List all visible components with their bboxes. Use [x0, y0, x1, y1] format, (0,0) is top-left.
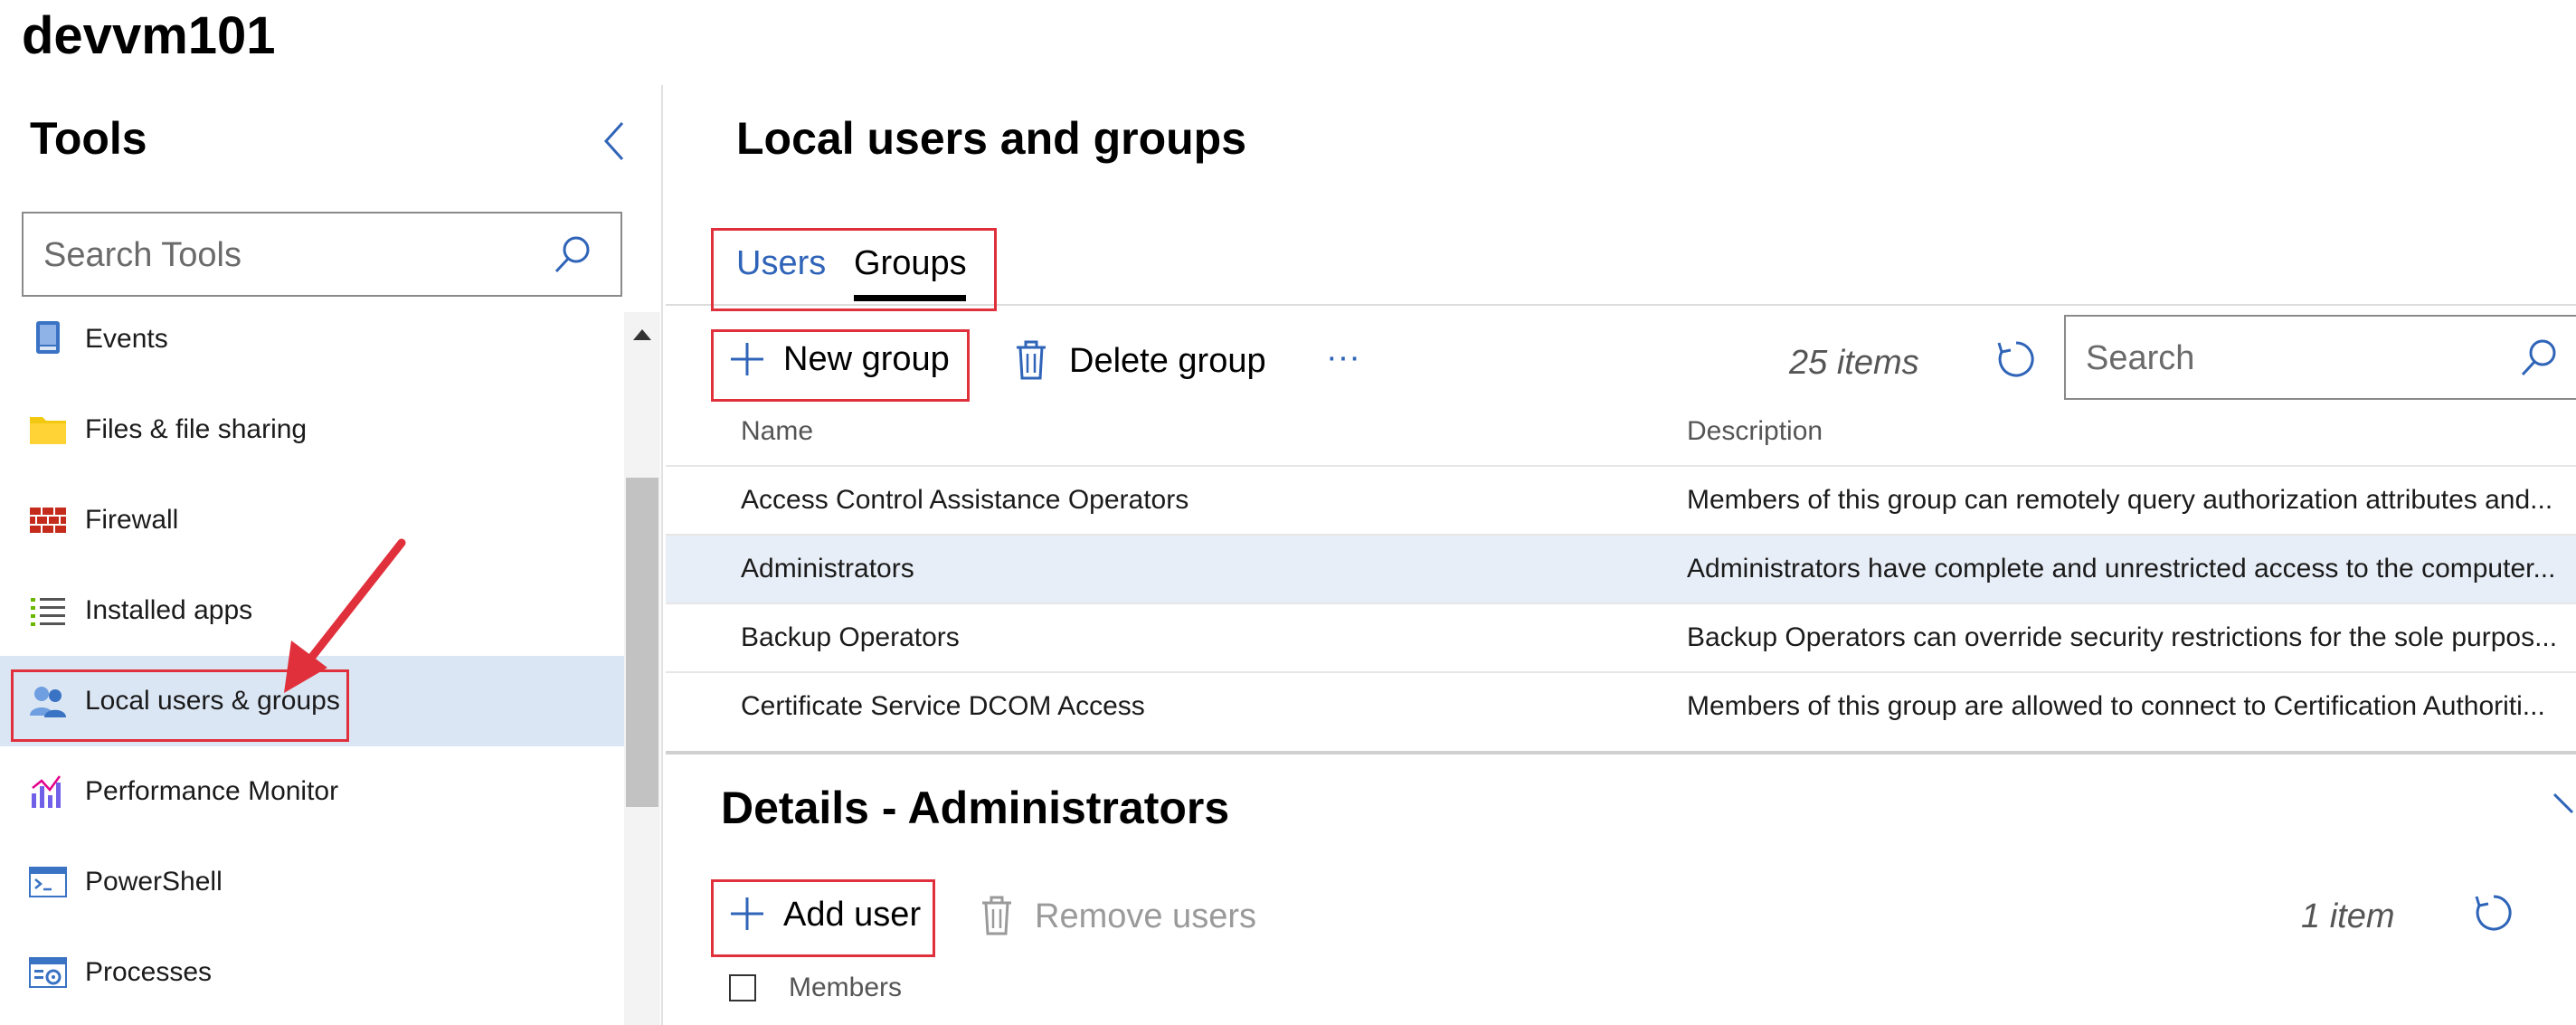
section-divider — [666, 751, 2576, 755]
sidebar-item-label: PowerShell — [85, 867, 223, 897]
expand-details-icon[interactable] — [2552, 785, 2576, 821]
trash-icon — [980, 896, 1013, 935]
row-description: Members of this group can remotely query… — [1687, 485, 2553, 515]
sidebar-item-powershell[interactable]: PowerShell — [0, 837, 624, 927]
chevron-left-icon — [603, 121, 624, 161]
row-name: Backup Operators — [741, 622, 960, 652]
annotation-arrow-icon — [271, 534, 416, 697]
row-description: Administrators have complete and unrestr… — [1687, 554, 2556, 584]
item-count: 25 items — [1789, 344, 1919, 382]
refresh-icon[interactable] — [1995, 338, 2037, 380]
page-title: Local users and groups — [736, 113, 1247, 164]
table-row[interactable]: Access Control Assistance Operators Memb… — [666, 465, 2576, 534]
members-column-header[interactable]: Members — [789, 973, 902, 1003]
column-header-description[interactable]: Description — [1687, 416, 1823, 447]
row-name: Administrators — [741, 554, 914, 584]
details-item-count: 1 item — [2301, 897, 2395, 935]
chart-icon — [29, 773, 67, 810]
sidebar-scrollbar-thumb[interactable] — [626, 478, 658, 807]
row-name: Certificate Service DCOM Access — [741, 691, 1145, 721]
grid-search-input[interactable] — [2084, 317, 2486, 400]
firewall-icon — [29, 502, 67, 538]
server-name: devvm101 — [22, 6, 276, 65]
column-header-name[interactable]: Name — [741, 416, 813, 447]
sidebar-divider — [661, 85, 663, 1025]
sidebar-item-performance-monitor[interactable]: Performance Monitor — [0, 746, 624, 837]
refresh-icon[interactable] — [2473, 892, 2514, 934]
highlight-box — [711, 228, 997, 311]
powershell-icon — [29, 864, 67, 900]
remove-users-button: Remove users — [1035, 897, 1256, 935]
tools-search-input[interactable] — [42, 214, 552, 297]
sidebar-item-label: Installed apps — [85, 595, 253, 625]
row-description: Backup Operators can override security r… — [1687, 622, 2558, 652]
sidebar-item-label: Firewall — [85, 505, 179, 535]
tools-search-box — [22, 212, 622, 297]
sidebar-item-label: Events — [85, 324, 168, 354]
search-icon[interactable] — [2518, 337, 2560, 378]
highlight-box — [711, 879, 935, 957]
sidebar-item-processes[interactable]: Processes — [0, 927, 624, 1018]
sidebar-item-label: Files & file sharing — [85, 414, 308, 444]
highlight-box — [711, 329, 970, 402]
sidebar-item-events[interactable]: Events — [0, 294, 624, 384]
search-icon[interactable] — [552, 233, 593, 275]
events-icon — [29, 321, 67, 357]
folder-icon — [29, 412, 67, 448]
trash-icon — [1015, 340, 1047, 380]
table-row[interactable]: Administrators Administrators have compl… — [666, 534, 2576, 603]
collapse-sidebar-button[interactable] — [592, 116, 638, 166]
row-name: Access Control Assistance Operators — [741, 485, 1189, 515]
list-icon — [29, 593, 67, 629]
tools-title: Tools — [30, 113, 147, 164]
more-actions-button[interactable]: ··· — [1326, 338, 1360, 377]
sidebar-item-label: Processes — [85, 957, 213, 987]
delete-group-button[interactable]: Delete group — [1069, 342, 1266, 381]
sidebar-item-files[interactable]: Files & file sharing — [0, 384, 624, 475]
sidebar-item-label: Performance Monitor — [85, 776, 339, 806]
table-row[interactable]: Certificate Service DCOM Access Members … — [666, 671, 2576, 740]
table-row[interactable]: Backup Operators Backup Operators can ov… — [666, 603, 2576, 671]
grid-search-box — [2064, 315, 2576, 400]
scroll-up-arrow-icon[interactable] — [631, 327, 653, 342]
processes-icon — [29, 954, 67, 991]
select-all-checkbox[interactable] — [729, 974, 756, 1001]
row-description: Members of this group are allowed to con… — [1687, 691, 2545, 721]
details-title: Details - Administrators — [721, 783, 1230, 833]
